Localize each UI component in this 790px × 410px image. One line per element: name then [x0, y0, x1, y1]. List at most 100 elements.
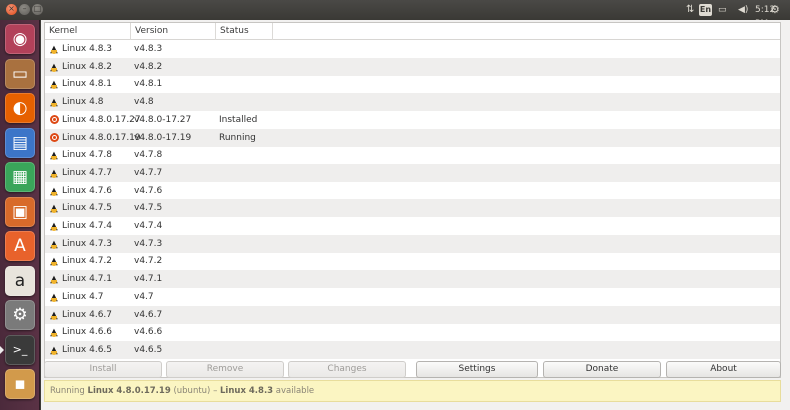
cell-kernel: Linux 4.8.3	[62, 44, 113, 54]
firefox-icon[interactable]: ◐	[5, 93, 35, 123]
cell-kernel: Linux 4.6.7	[62, 309, 113, 320]
cell-version: v4.7.3	[134, 238, 163, 249]
status-running-kernel: Linux 4.8.0.17.19	[87, 386, 171, 396]
files-icon[interactable]: ▭	[5, 58, 35, 89]
cell-kernel: Linux 4.6.5	[62, 344, 113, 355]
status-prefix: Running	[50, 386, 88, 396]
calc-icon[interactable]: ▦	[5, 162, 35, 192]
cell-version: v4.7.4	[134, 221, 163, 231]
cell-version: v4.8	[134, 97, 154, 108]
table-row[interactable]: ▲ Linux 4.7.5 v4.7.5	[45, 199, 780, 218]
cell-kernel: Linux 4.8	[62, 97, 104, 108]
table-row[interactable]: ▲ Linux 4.7.6 v4.7.6	[45, 182, 780, 200]
table-row[interactable]: ▲ Linux 4.7 v4.7	[45, 288, 780, 306]
tux-icon: ▲	[50, 150, 58, 162]
volume-icon[interactable]: ◀)	[738, 3, 748, 17]
cell-version: v4.8.2	[134, 61, 163, 72]
changes-button[interactable]: Changes	[288, 361, 406, 378]
cell-kernel: Linux 4.7.6	[62, 185, 113, 196]
impress-icon[interactable]: ▣	[5, 196, 35, 227]
tux-icon: ▲	[50, 221, 58, 232]
writer-icon[interactable]: ▤	[5, 127, 35, 158]
table-row[interactable]: ▲ Linux 4.8.3 v4.8.3	[45, 40, 780, 58]
remove-button[interactable]: Remove	[166, 361, 284, 378]
tux-icon: ▲	[50, 256, 58, 268]
window-maximize-button[interactable]: □	[32, 4, 43, 15]
table-row[interactable]: ▲ Linux 4.6.7 v4.6.7	[45, 305, 780, 324]
tux-icon: ▲	[50, 185, 58, 197]
table-row[interactable]: ▲ Linux 4.7.7 v4.7.7	[45, 163, 780, 182]
tux-icon: ▲	[50, 97, 58, 109]
install-button[interactable]: Install	[44, 361, 162, 378]
table-row[interactable]: ▲ Linux 4.6.5 v4.6.5	[45, 340, 780, 359]
main-window: Kernel Version Status ▲ Linux 4.8.3 v4.8.3…	[41, 20, 790, 410]
ubuntu-icon	[50, 132, 59, 142]
column-header-version[interactable]: Version	[131, 23, 216, 40]
window-minimize-button[interactable]: –	[19, 4, 30, 15]
table-row[interactable]: ▲ Linux 4.7.8 v4.7.8	[45, 146, 780, 164]
column-header-status-label: Status	[220, 26, 249, 36]
cell-version: v4.7	[134, 291, 154, 302]
table-header: Kernel Version Status	[45, 23, 780, 40]
window-close-button[interactable]: ×	[6, 4, 17, 15]
table-row[interactable]: Linux 4.8.0.17.27 v4.8.0-17.27 Installed	[45, 111, 780, 129]
active-app-indicator	[0, 345, 4, 354]
cell-kernel: Linux 4.7.7	[62, 167, 113, 178]
status-available-kernel: Linux 4.8.3	[220, 386, 274, 396]
tux-icon: ▲	[50, 309, 58, 321]
tux-icon: ▲	[50, 344, 58, 356]
tux-icon: ▲	[50, 291, 58, 303]
ukuu-icon[interactable]: ▪	[5, 369, 35, 399]
cell-kernel: Linux 4.7.1	[62, 274, 113, 285]
table-row[interactable]: ▲ Linux 4.7.4 v4.7.4	[45, 217, 780, 235]
cell-status: Running	[219, 132, 256, 143]
tux-icon: ▲	[50, 203, 58, 215]
cell-version: v4.6.6	[134, 327, 163, 338]
column-header-kernel[interactable]: Kernel	[45, 23, 131, 40]
table-row[interactable]: ▲ Linux 4.6.6 v4.6.6	[45, 323, 780, 341]
table-row[interactable]: ▲ Linux 4.8.2 v4.8.2	[45, 57, 780, 76]
cell-status: Installed	[219, 114, 258, 125]
terminal-icon[interactable]: >_	[5, 334, 35, 365]
tux-icon: ▲	[50, 167, 58, 179]
table-row[interactable]: ▲ Linux 4.8 v4.8	[45, 93, 780, 112]
battery-icon[interactable]: ▭	[718, 3, 727, 17]
top-panel: × – □ ⇅ En ▭ ◀) 5:12 PM ⚙	[0, 0, 790, 29]
tux-icon: ▲	[50, 61, 58, 73]
status-suffix: available	[273, 386, 315, 396]
cell-version: v4.7.8	[134, 150, 163, 161]
cell-version: v4.8.0-17.27	[134, 114, 192, 125]
system-gear-icon[interactable]: ⚙	[770, 3, 780, 17]
cell-kernel: Linux 4.7.4	[62, 221, 113, 231]
cell-kernel: Linux 4.7.5	[62, 203, 113, 214]
software-center-icon[interactable]: A	[5, 231, 35, 261]
table-row[interactable]: ▲ Linux 4.7.2 v4.7.2	[45, 252, 780, 270]
cell-kernel: Linux 4.8.0.17.19	[62, 132, 141, 143]
amazon-icon[interactable]: a	[5, 265, 35, 296]
tux-icon: ▲	[50, 44, 58, 55]
column-header-version-label: Version	[135, 26, 169, 36]
network-icon[interactable]: ⇅	[686, 3, 694, 17]
table-row[interactable]: ▲ Linux 4.7.3 v4.7.3	[45, 234, 780, 253]
cell-kernel: Linux 4.7.8	[62, 150, 113, 161]
vertical-scrollbar[interactable]	[777, 40, 780, 377]
cell-kernel: Linux 4.8.2	[62, 61, 113, 72]
ubuntu-dash-icon[interactable]: ◉	[5, 24, 35, 54]
system-settings-icon[interactable]: ⚙	[5, 300, 35, 330]
about-button[interactable]: About	[666, 361, 781, 378]
donate-button[interactable]: Donate	[543, 361, 661, 378]
tux-icon: ▲	[50, 327, 58, 339]
settings-button[interactable]: Settings	[416, 361, 538, 378]
column-header-kernel-label: Kernel	[49, 26, 78, 36]
cell-kernel: Linux 4.8.0.17.27	[62, 114, 141, 125]
keyboard-layout-icon[interactable]: En	[699, 4, 712, 16]
button-bar: Install Remove Changes Settings Donate A…	[44, 361, 781, 379]
tux-icon: ▲	[50, 79, 58, 91]
cell-kernel: Linux 4.7.3	[62, 238, 113, 249]
column-header-status[interactable]: Status	[216, 23, 273, 40]
table-row[interactable]: ▲ Linux 4.8.1 v4.8.1	[45, 75, 780, 93]
table-row[interactable]: ▲ Linux 4.7.1 v4.7.1	[45, 270, 780, 289]
cell-version: v4.7.2	[134, 256, 163, 267]
table-row[interactable]: Linux 4.8.0.17.19 v4.8.0-17.19 Running	[45, 128, 780, 147]
cell-kernel: Linux 4.7	[62, 291, 104, 302]
